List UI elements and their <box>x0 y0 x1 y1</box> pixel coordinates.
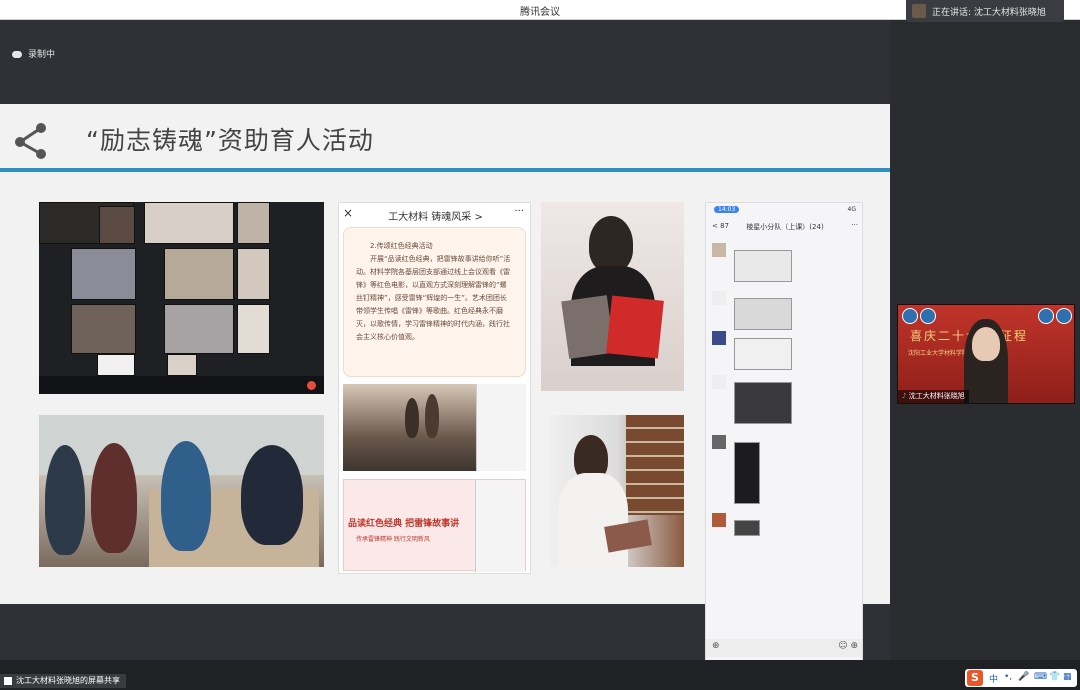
school-badge-icon <box>902 308 918 324</box>
end-call-icon <box>307 381 316 390</box>
chat-message <box>712 375 858 429</box>
chat-message <box>712 435 858 511</box>
chat-sidebar <box>475 480 525 572</box>
screen-share-text: 沈工大材料张晓旭的屏幕共享 <box>16 676 120 685</box>
article-header-title: 工大材料 铸魂风采 > <box>388 212 483 223</box>
ime-toolbar[interactable]: S 中 •, 🎤 ⌨ 👕 ▦ <box>965 669 1077 687</box>
slide-title-rule <box>0 168 890 172</box>
speaking-indicator: 正在讲话: 沈工大材料张晓旭 <box>906 0 1064 22</box>
article-header: × 工大材料 铸魂风采 > ··· <box>339 203 530 225</box>
presentation-slide: “励志铸魂”资助育人活动 × 工大材料 铸魂风采 > ··· 2.传颂红色经典活… <box>0 104 890 672</box>
participant-name-bar: ♪ 沈工大材料张晓旭 <box>898 390 969 403</box>
photo-girl-reading <box>550 415 684 567</box>
photo-online-meeting <box>39 202 324 394</box>
screen-share-label[interactable]: 沈工大材料张晓旭的屏幕共享 <box>0 674 126 688</box>
article-image-banner: 品读红色经典 把雷锋故事讲 传承雷锋精神 践行文明新风 <box>343 479 526 572</box>
video-tile <box>164 248 234 300</box>
bottom-bar: 沈工大材料张晓旭的屏幕共享 <box>0 660 1080 690</box>
video-tile <box>144 202 234 244</box>
ime-punctuation-toggle[interactable]: •, <box>1004 672 1012 682</box>
recording-indicator[interactable]: 录制中 <box>12 47 55 60</box>
chat-sidebar <box>476 384 526 471</box>
participant-video[interactable]: 喜庆二十大 新征程 沈阳工业大学材料学院互光校 ♪ 沈工大材料张晓旭 <box>897 304 1075 404</box>
video-tile <box>97 354 135 376</box>
chat-message <box>712 331 858 375</box>
article-text: 2.传颂红色经典活动 开展“品读红色经典，把雷锋故事讲给你听”活动。材料学院各基… <box>343 227 526 377</box>
video-tile <box>164 304 234 354</box>
status-time: 14:03 <box>714 206 740 213</box>
ime-chinese-toggle[interactable]: 中 <box>989 672 998 685</box>
ime-voice-icon[interactable]: 🎤 <box>1018 672 1029 682</box>
chat-header: < 87 棱星小分队（上课）(24) ··· <box>706 219 862 237</box>
photo-article-screenshot: × 工大材料 铸魂风采 > ··· 2.传颂红色经典活动 开展“品读红色经典，把… <box>338 202 531 574</box>
video-tile <box>237 304 270 354</box>
chat-message <box>712 513 858 537</box>
voice-icon: ⊕ <box>712 641 720 651</box>
school-badge-icon <box>1056 308 1072 324</box>
video-tile <box>237 248 270 300</box>
video-tile <box>71 304 136 354</box>
recording-label: 录制中 <box>28 50 56 60</box>
chat-name: 棱星小分队（上课）(24) <box>746 223 824 231</box>
chat-message <box>712 291 858 335</box>
ime-keyboard-icon[interactable]: ⌨ <box>1034 672 1047 682</box>
sogou-logo-icon: S <box>967 670 983 686</box>
ime-toolbox-icon[interactable]: ▦ <box>1063 672 1072 682</box>
chat-input-bar: ⊕ ☺ ⊕ <box>706 639 862 657</box>
article-paragraph-body: 开展“品读红色经典，把雷锋故事讲给你听”活动。材料学院各基层团支部通过线上会议观… <box>356 255 511 341</box>
cloud-icon <box>12 51 22 58</box>
speaking-label: 正在讲话: 沈工大材料张晓旭 <box>932 8 1046 18</box>
shared-screen-area: 录制中 “励志铸魂”资助育人活动 × 工大材料 铸魂风采 > ··· 2.传颂红… <box>0 20 890 672</box>
article-paragraph-title: 2.传颂红色经典活动 <box>370 242 433 250</box>
school-badge-icon <box>1038 308 1054 324</box>
ime-skin-icon[interactable]: 👕 <box>1049 672 1060 682</box>
photo-student-reading <box>541 202 684 391</box>
video-tile <box>99 206 135 244</box>
phone-status-bar: 14:03 4G <box>706 203 862 217</box>
video-tile <box>167 354 197 376</box>
speaker-avatar <box>912 4 926 18</box>
more-icon: ··· <box>851 221 858 229</box>
article-banner-subtext: 传承雷锋精神 践行文明新风 <box>356 536 430 543</box>
video-tile <box>237 202 270 244</box>
school-badge-icon <box>920 308 936 324</box>
photo-chat-screenshot: 14:03 4G < 87 棱星小分队（上课）(24) ··· ⊕ ☺ ⊕ <box>705 202 863 672</box>
screen-share-icon <box>4 676 12 685</box>
status-signal: 4G <box>847 206 856 213</box>
mic-icon: ♪ <box>902 392 909 400</box>
photo-group-sofa <box>39 415 324 567</box>
article-banner-text: 品读红色经典 把雷锋故事讲 <box>348 519 460 529</box>
more-icon: ··· <box>514 206 524 217</box>
chat-message <box>712 243 858 287</box>
share-node-icon <box>15 123 46 159</box>
article-image-railway <box>343 384 526 471</box>
slide-title: “励志铸魂”资助育人活动 <box>86 126 374 155</box>
meeting-toolbar <box>39 376 324 394</box>
participant-name: 沈工大材料张晓旭 <box>908 392 965 400</box>
emoji-plus-icon: ☺ ⊕ <box>838 641 858 651</box>
video-tile <box>71 248 136 300</box>
